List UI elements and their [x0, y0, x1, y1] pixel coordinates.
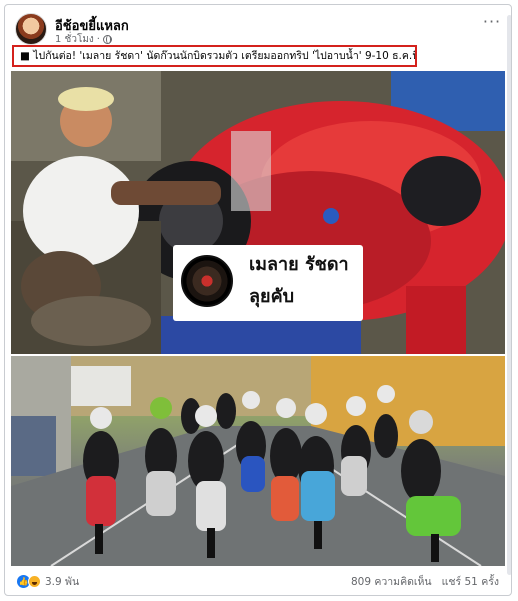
brand-logo-icon — [181, 255, 233, 307]
share-count[interactable]: แชร์ 51 ครั้ง — [442, 576, 499, 588]
reaction-count: 3.9 พัน — [45, 576, 80, 588]
post-image-rider-bike[interactable]: เมลาย รัชดา ลุยคับ — [11, 71, 505, 354]
globe-icon — [102, 35, 112, 44]
photo-rider-group-illustration — [11, 356, 505, 566]
post-header: อีช้อขยี้แหลก 1 ชั่วโมง · ··· — [15, 13, 501, 47]
scrollbar[interactable] — [507, 15, 511, 575]
page-avatar[interactable] — [15, 13, 47, 45]
overlay-label-box: เมลาย รัชดา ลุยคับ — [173, 245, 363, 321]
comment-count[interactable]: 809 ความคิดเห็น — [351, 576, 432, 588]
post-caption: ■ ไปกันต่อ! 'เมลาย รัชดา' นัดก๊วนนักบิดร… — [12, 45, 417, 67]
more-options-icon[interactable]: ··· — [481, 14, 503, 35]
overlay-label-line2: ลุยคับ — [249, 286, 295, 307]
overlay-label-line1: เมลาย รัชดา — [249, 254, 349, 275]
post-card: อีช้อขยี้แหลก 1 ชั่วโมง · ··· ■ ไปกันต่อ… — [4, 4, 512, 596]
post-footer: 👍 3.9 พัน 809 ความคิดเห็น แชร์ 51 ครั้ง — [17, 573, 499, 591]
reaction-summary[interactable]: 👍 3.9 พัน — [17, 573, 79, 590]
post-image-rider-group[interactable] — [11, 356, 505, 566]
haha-reaction-icon — [28, 575, 41, 588]
engagement-stats: 809 ความคิดเห็น แชร์ 51 ครั้ง — [351, 573, 499, 590]
